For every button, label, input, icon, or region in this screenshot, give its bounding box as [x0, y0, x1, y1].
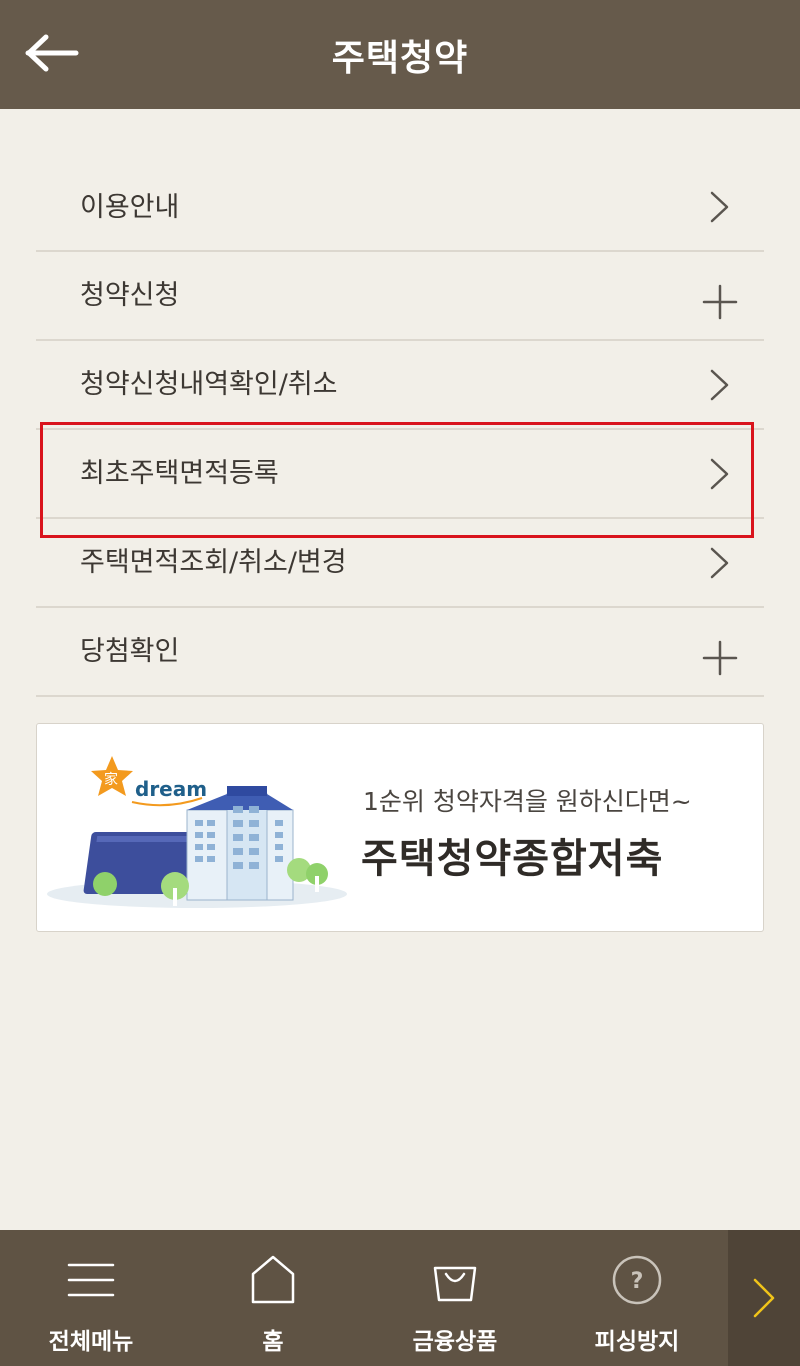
page-title: 주택청약 — [331, 37, 469, 79]
plus-icon — [700, 282, 740, 322]
tab-label: 전체메뉴 — [48, 1329, 134, 1355]
shopping-bag-icon — [427, 1252, 483, 1308]
arrow-left-icon — [25, 34, 79, 72]
chevron-right-icon — [753, 1278, 775, 1318]
menu-item-label: 최초주택면적등록 — [80, 458, 279, 489]
dream-logo: dream — [135, 777, 207, 801]
tab-label: 홈 — [262, 1329, 284, 1355]
banner-subtitle: 1순위 청약자격을 원하신다면~ — [363, 787, 692, 816]
tab-phishing-prevention[interactable]: ? 피싱방지 — [546, 1230, 728, 1366]
question-circle-icon: ? — [609, 1252, 665, 1308]
menu-item-subscription-apply[interactable]: 청약신청 — [36, 252, 764, 341]
chevron-right-icon — [700, 454, 740, 494]
bottom-nav-next-button[interactable] — [728, 1230, 800, 1366]
bottom-navigation: 전체메뉴 홈 금융상품 ? 피싱방지 — [0, 1230, 800, 1366]
menu-item-house-area-inquiry[interactable]: 주택면적조회/취소/변경 — [36, 519, 764, 608]
menu-item-first-house-area-register[interactable]: 최초주택면적등록 — [36, 430, 764, 519]
menu-item-application-history[interactable]: 청약신청내역확인/취소 — [36, 341, 764, 430]
tab-financial-products[interactable]: 금융상품 — [364, 1230, 546, 1366]
top-app-bar: 주택청약 — [0, 0, 800, 109]
hamburger-menu-icon — [63, 1252, 119, 1308]
tab-label: 피싱방지 — [594, 1329, 680, 1355]
tab-home[interactable]: 홈 — [182, 1230, 364, 1366]
housing-savings-illustration: 家 dream — [47, 756, 347, 908]
star-logo-icon: 家 — [91, 756, 133, 796]
menu-item-label: 주택면적조회/취소/변경 — [80, 547, 347, 578]
menu-item-label: 당첨확인 — [80, 636, 180, 667]
promo-banner[interactable]: 家 dream 1순위 청약자격을 원하신다면~ 주택청약종합저축 — [36, 723, 764, 932]
menu-item-winning-check[interactable]: 당첨확인 — [36, 608, 764, 697]
chevron-right-icon — [700, 187, 740, 227]
tab-label: 금융상품 — [412, 1329, 498, 1355]
svg-text:家: 家 — [104, 771, 118, 788]
chevron-right-icon — [700, 543, 740, 583]
menu-item-label: 청약신청내역확인/취소 — [80, 369, 338, 400]
chevron-right-icon — [700, 365, 740, 405]
menu-list: 이용안내 청약신청 청약신청내역확인/취소 최초주택면적등록 주택면적조회/취소… — [36, 164, 764, 697]
plus-icon — [700, 638, 740, 678]
tab-all-menu[interactable]: 전체메뉴 — [0, 1230, 182, 1366]
menu-item-label: 이용안내 — [80, 191, 180, 223]
svg-text:?: ? — [631, 1269, 644, 1294]
banner-title: 주택청약종합저축 — [361, 836, 664, 882]
home-icon — [245, 1252, 301, 1308]
menu-item-label: 청약신청 — [80, 280, 180, 311]
back-button[interactable] — [22, 26, 82, 80]
menu-item-usage-guide[interactable]: 이용안내 — [36, 164, 764, 252]
